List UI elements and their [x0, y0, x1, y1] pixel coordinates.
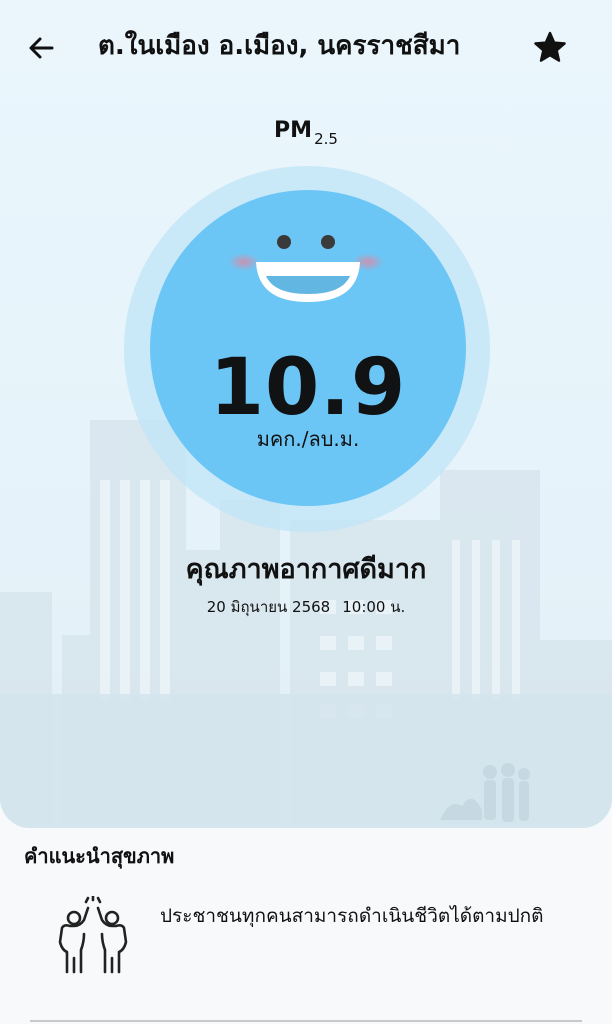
header-bar: ต.ในเมือง อ.เมือง, นครราชสีมา — [0, 0, 612, 96]
pollutant-subscript: 2.5 — [314, 130, 338, 148]
reading-timestamp: 20 มิถุนายน 2568 10:00 น. — [0, 595, 612, 619]
health-advice-text: ประชาชนทุกคนสามารถดำเนินชีวิตได้ตามปกติ — [160, 905, 544, 927]
reading-time: 10:00 น. — [342, 598, 406, 616]
pollutant-label: PM 2.5 — [0, 118, 612, 148]
section-divider — [30, 1020, 582, 1022]
arrow-left-icon[interactable] — [22, 28, 62, 68]
air-quality-status: คุณภาพอากาศดีมาก — [185, 554, 427, 585]
pollutant-name: PM — [274, 118, 313, 143]
pm-value: 10.9 — [209, 343, 407, 433]
reading-date: 20 มิถุนายน 2568 — [206, 598, 331, 616]
high-five-people-icon — [58, 896, 128, 974]
star-icon[interactable] — [530, 28, 570, 68]
health-advice-title: คำแนะนำสุขภาพ — [24, 844, 175, 868]
page-title: ต.ในเมือง อ.เมือง, นครราชสีมา — [98, 31, 461, 61]
pm-unit: มคก./ลบ.ม. — [256, 427, 360, 451]
